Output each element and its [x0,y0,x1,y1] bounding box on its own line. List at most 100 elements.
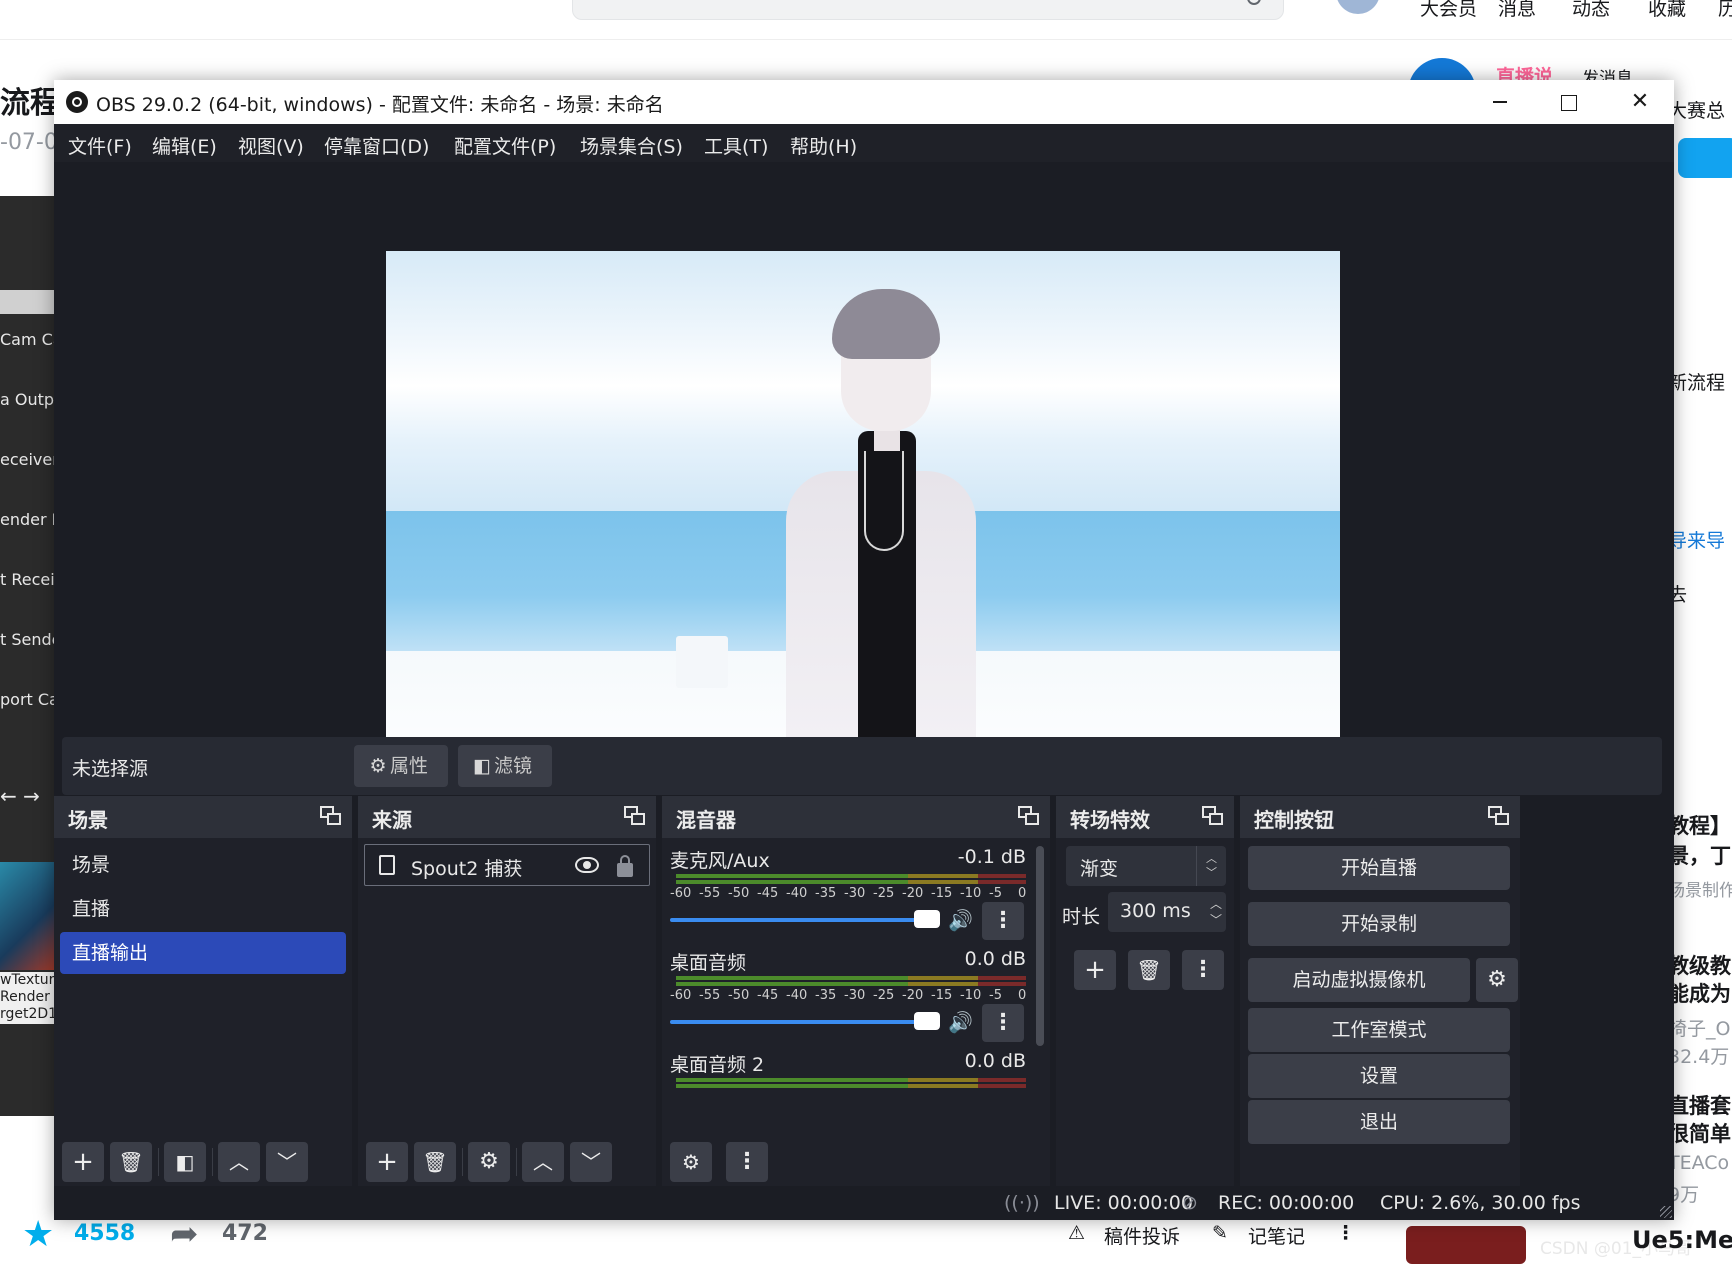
menu-file[interactable]: 文件(F) [68,132,132,159]
right-text[interactable]: 教级教 [1668,950,1731,980]
spin-arrows-icon[interactable]: ︿ ﹀ [1210,896,1222,928]
left-panel-row[interactable]: eceiver [0,450,54,469]
speaker-icon[interactable]: 🔊 [948,908,973,932]
left-panel-row[interactable]: ender M [0,510,54,529]
undock-icon[interactable] [624,806,646,826]
nav-history[interactable]: 历 [1718,0,1732,21]
left-panel-row[interactable]: a Outpu [0,390,54,409]
nav-messages[interactable]: 消息 [1498,0,1536,21]
scene-item[interactable]: 场景 [60,844,346,886]
right-text[interactable]: 能成为 [1668,978,1731,1008]
search-box[interactable] [572,0,1284,20]
more-icon[interactable]: ⋮ [1336,1222,1355,1244]
menu-scene-collection[interactable]: 场景集合(S) [580,132,683,159]
properties-button[interactable]: ⚙ 属性 [354,745,448,787]
title-bar[interactable]: OBS 29.0.2 (64-bit, windows) - 配置文件: 未命名… [54,80,1674,124]
volume-slider-handle[interactable] [914,910,940,928]
warning-icon[interactable]: ⚠ [1068,1222,1085,1244]
transition-select[interactable]: 渐变 ︿ ﹀ [1066,846,1226,886]
volume-slider[interactable] [670,1020,934,1024]
remove-source-button[interactable]: 🗑 [414,1142,456,1182]
transition-menu-button[interactable]: ⋮ [1182,950,1224,990]
settings-button[interactable]: 设置 [1248,1054,1510,1098]
studio-mode-button[interactable]: 工作室模式 [1248,1008,1510,1052]
undock-icon[interactable] [320,806,342,826]
left-panel-row[interactable]: t Sende [0,630,54,649]
right-text[interactable]: 直播套 [1668,1090,1731,1120]
add-scene-button[interactable]: + [62,1142,104,1182]
move-source-up-button[interactable]: ︿ [522,1142,564,1182]
minimize-button[interactable] [1466,80,1534,124]
favorite-star-icon[interactable]: ★ [22,1214,54,1255]
undock-icon[interactable] [1018,806,1040,826]
note-icon[interactable]: ✎ [1212,1222,1228,1244]
source-properties-button[interactable]: ⚙ [468,1142,510,1182]
close-button[interactable]: ✕ [1606,80,1674,124]
volume-slider[interactable] [670,918,934,922]
nav-vip[interactable]: 大会员 [1420,0,1477,21]
menu-view[interactable]: 视图(V) [238,132,304,159]
lock-icon[interactable] [617,855,633,877]
right-text[interactable]: 很简单 [1668,1118,1731,1148]
remove-transition-button[interactable]: 🗑 [1128,950,1170,990]
share-icon[interactable]: ➦ [170,1214,199,1254]
mixer-menu-button[interactable]: ⋮ [726,1142,768,1182]
right-text: 大赛总 [1668,100,1726,122]
maximize-button[interactable] [1534,80,1602,124]
notes-link[interactable]: 记笔记 [1248,1222,1305,1249]
left-panel-row[interactable]: port Cap [0,690,54,709]
program-preview[interactable] [386,251,1340,787]
right-text[interactable]: 新流程 [1668,368,1725,395]
scene-item-selected[interactable]: 直播输出 [60,932,346,974]
follow-button[interactable] [1678,138,1732,178]
user-avatar[interactable] [1336,0,1380,14]
back-forward-arrows-icon[interactable]: ← → [0,784,54,808]
undock-icon[interactable] [1488,806,1510,826]
remove-scene-button[interactable]: 🗑 [110,1142,152,1182]
recommend-thumbnail[interactable] [1406,1226,1526,1264]
scene-item[interactable]: 直播 [60,888,346,930]
report-link[interactable]: 稿件投诉 [1104,1222,1180,1249]
mixer-scrollbar[interactable] [1036,846,1044,1046]
filters-button[interactable]: ◧ 滤镜 [458,745,552,787]
right-text[interactable]: 景，丁 [1668,840,1731,870]
menu-tools[interactable]: 工具(T) [704,132,768,159]
nav-dynamics[interactable]: 动态 [1572,0,1610,21]
left-panel-row[interactable]: t Receiv [0,570,54,589]
meter-tick-label: -45 [757,988,779,1003]
source-item[interactable]: Spout2 捕获 [364,844,650,886]
menu-edit[interactable]: 编辑(E) [152,132,217,159]
eye-icon[interactable] [575,857,599,873]
search-icon[interactable] [1247,0,1261,5]
resize-grip-icon[interactable] [1660,1206,1672,1218]
left-panel-row[interactable]: Cam Ca [0,330,54,349]
add-transition-button[interactable]: + [1074,950,1116,990]
start-record-button[interactable]: 开始录制 [1248,902,1510,946]
mixer-channels: ⚙ ⋮ 麦克风/Aux -0.1 dB -60 -55 -50 -45 -40 -35 -30-… [662,838,1050,1186]
menu-docks[interactable]: 停靠窗口(D) [324,132,429,159]
channel-menu-button[interactable]: ⋮ [982,902,1024,940]
menu-help[interactable]: 帮助(H) [790,132,857,159]
exit-button[interactable]: 退出 [1248,1100,1510,1144]
add-source-button[interactable]: + [366,1142,408,1182]
meter-tick-label: -5 [989,886,1002,901]
move-scene-up-button[interactable]: ︿ [218,1142,260,1182]
virtual-camera-button[interactable]: 启动虚拟摄像机 [1248,958,1470,1002]
start-stream-button[interactable]: 开始直播 [1248,846,1510,890]
nav-favorites[interactable]: 收藏 [1648,0,1686,21]
duration-spinbox[interactable]: 300 ms ︿ ﹀ [1108,892,1226,932]
speaker-icon[interactable]: 🔊 [948,1010,973,1034]
move-source-down-button[interactable]: ﹀ [570,1142,612,1182]
advanced-audio-button[interactable]: ⚙ [670,1142,712,1182]
channel-menu-button[interactable]: ⋮ [982,1004,1024,1042]
right-text[interactable]: 导来导 [1668,526,1725,553]
menu-profile[interactable]: 配置文件(P) [454,132,556,159]
volume-slider-handle[interactable] [914,1012,940,1030]
scene-filters-button[interactable]: ◧ [164,1142,206,1182]
gear-icon[interactable]: ⚙ [1476,958,1518,1002]
channel-db: 0.0 dB [964,1050,1026,1072]
right-text[interactable]: 教程】 [1668,810,1731,840]
move-scene-down-button[interactable]: ﹀ [266,1142,308,1182]
undock-icon[interactable] [1202,806,1224,826]
recommend-title[interactable]: Ue5:Met [1632,1226,1732,1254]
